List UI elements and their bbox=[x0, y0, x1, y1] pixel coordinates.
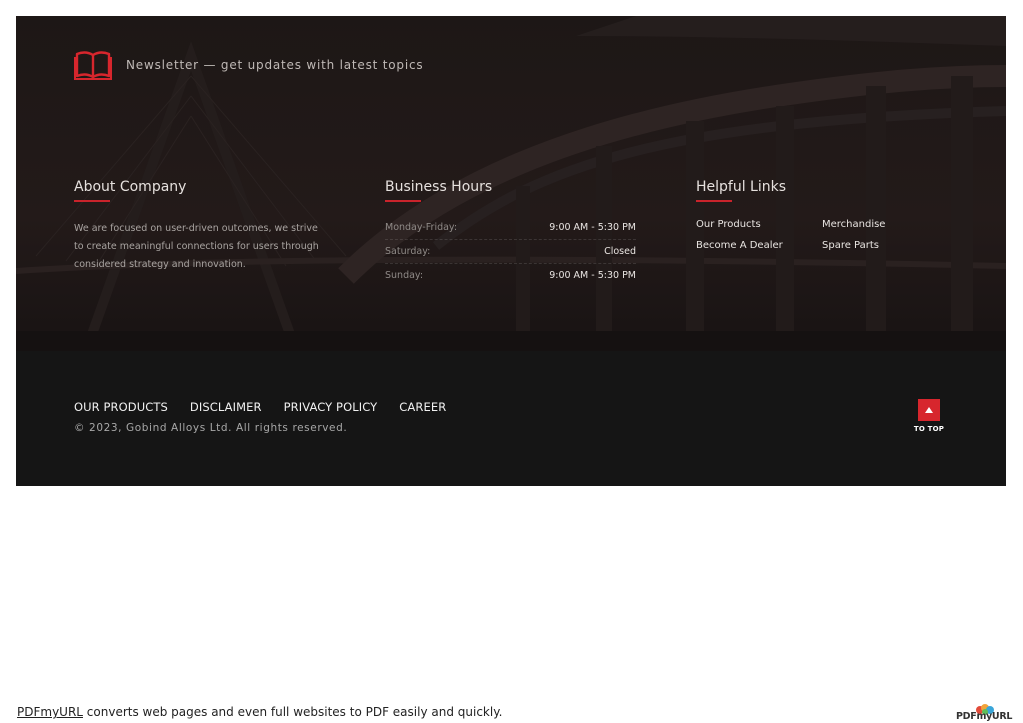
hours-day: Saturday: bbox=[385, 246, 431, 257]
about-company-column: About Company We are focused on user-dri… bbox=[74, 178, 324, 274]
nav-our-products[interactable]: OUR PRODUCTS bbox=[74, 400, 168, 414]
business-hours-column: Business Hours Monday-Friday: 9:00 AM - … bbox=[385, 178, 636, 287]
link-spare-parts[interactable]: Spare Parts bbox=[822, 238, 948, 253]
nav-privacy-policy[interactable]: PRIVACY POLICY bbox=[284, 400, 378, 414]
caret-up-icon bbox=[925, 407, 933, 413]
hours-day: Sunday: bbox=[385, 270, 424, 281]
nav-disclaimer[interactable]: DISCLAIMER bbox=[190, 400, 262, 414]
hours-time: 9:00 AM - 5:30 PM bbox=[549, 270, 636, 281]
to-top-button[interactable]: TO TOP bbox=[912, 399, 946, 433]
newsletter-link[interactable]: Newsletter — get updates with latest top… bbox=[74, 49, 423, 81]
to-top-icon-box[interactable] bbox=[918, 399, 940, 421]
link-merchandise[interactable]: Merchandise bbox=[822, 217, 948, 232]
helpful-links-title: Helpful Links bbox=[696, 179, 787, 195]
about-company-text: We are focused on user-driven outcomes, … bbox=[74, 223, 319, 270]
footer-bottom-bar: OUR PRODUCTS DISCLAIMER PRIVACY POLICY C… bbox=[16, 351, 1006, 486]
book-icon bbox=[74, 51, 112, 80]
newsletter-text: Newsletter — get updates with latest top… bbox=[126, 58, 424, 72]
title-underline bbox=[74, 200, 110, 202]
business-hours-title: Business Hours bbox=[385, 179, 493, 195]
title-underline bbox=[385, 200, 421, 202]
helpful-links-list: Our Products Merchandise Become A Dealer… bbox=[696, 217, 948, 253]
copyright-text: © 2023, Gobind Alloys Ltd. All rights re… bbox=[74, 422, 348, 434]
pdf-banner-text: converts web pages and even full website… bbox=[82, 705, 503, 719]
about-company-title: About Company bbox=[74, 179, 187, 195]
hours-row: Monday-Friday: 9:00 AM - 5:30 PM bbox=[385, 216, 636, 240]
pdfmyurl-link[interactable]: PDFmyURL bbox=[17, 705, 83, 719]
hours-row: Saturday: Closed bbox=[385, 240, 636, 264]
hours-day: Monday-Friday: bbox=[385, 222, 458, 233]
hours-list: Monday-Friday: 9:00 AM - 5:30 PM Saturda… bbox=[385, 216, 636, 287]
hours-row: Sunday: 9:00 AM - 5:30 PM bbox=[385, 264, 636, 287]
helpful-links-column: Helpful Links Our Products Merchandise B… bbox=[696, 178, 948, 253]
to-top-label: TO TOP bbox=[913, 425, 945, 433]
link-become-a-dealer[interactable]: Become A Dealer bbox=[696, 238, 822, 253]
title-underline bbox=[696, 200, 732, 202]
pdfmyurl-logo: PDFmyURL bbox=[956, 704, 1012, 723]
bottom-nav: OUR PRODUCTS DISCLAIMER PRIVACY POLICY C… bbox=[74, 400, 468, 414]
nav-career[interactable]: CAREER bbox=[399, 400, 446, 414]
hours-time: 9:00 AM - 5:30 PM bbox=[549, 222, 636, 233]
footer-top-section: Newsletter — get updates with latest top… bbox=[16, 16, 1006, 351]
pdf-banner: PDFmyURL converts web pages and even ful… bbox=[17, 705, 502, 719]
logo-text: PDFmyURL bbox=[956, 711, 1013, 722]
hours-time: Closed bbox=[604, 246, 636, 257]
link-our-products[interactable]: Our Products bbox=[696, 217, 822, 232]
